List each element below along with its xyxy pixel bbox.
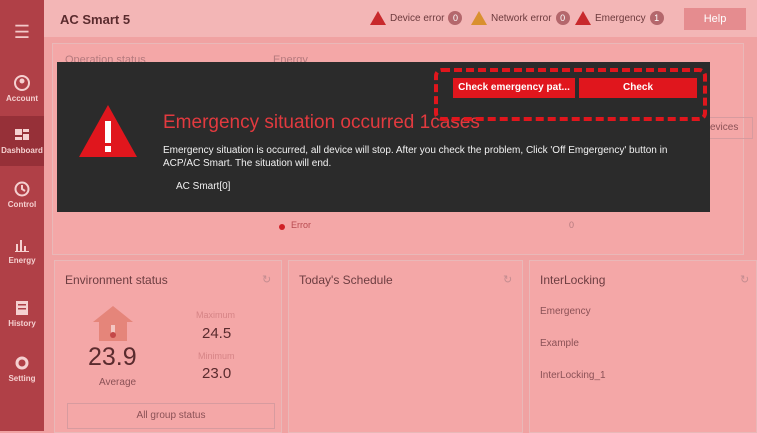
energy-chart-icon xyxy=(15,240,29,252)
minimum-label: Minimum xyxy=(198,351,235,361)
warning-icon xyxy=(79,105,137,157)
sidebar-item-history[interactable]: History xyxy=(0,289,44,339)
maximum-value: 24.5 xyxy=(202,325,232,342)
device-error-count: 0 xyxy=(448,11,463,25)
emergency-count: 1 xyxy=(649,11,664,25)
emergency-label: Emergency xyxy=(595,12,646,24)
history-icon xyxy=(16,301,28,315)
network-error-label: Network error xyxy=(491,12,552,24)
warning-icon xyxy=(575,11,591,25)
modal-device: AC Smart[0] xyxy=(176,181,231,192)
menu-button[interactable]: ☰ xyxy=(0,0,44,64)
minimum-value: 23.0 xyxy=(202,365,232,382)
account-icon xyxy=(14,75,30,91)
highlight-outline xyxy=(434,68,707,121)
environment-title: Environment status xyxy=(65,273,168,287)
warning-icon xyxy=(370,11,386,25)
device-error-alert[interactable]: Device error 0 xyxy=(370,11,463,25)
sidebar-item-label: Setting xyxy=(8,374,36,383)
gear-icon xyxy=(15,356,29,370)
sidebar-item-label: Energy xyxy=(8,256,36,265)
all-group-status-button[interactable]: All group status xyxy=(67,403,275,429)
sidebar-item-label: History xyxy=(8,319,36,328)
network-error-alert[interactable]: Network error 0 xyxy=(471,11,570,25)
emergency-alert[interactable]: Emergency 1 xyxy=(575,11,664,25)
sidebar-item-label: Account xyxy=(6,94,38,103)
interlocking-card: InterLocking ↻ Emergency Example InterLo… xyxy=(529,260,757,433)
refresh-icon[interactable]: ↻ xyxy=(262,273,271,286)
maximum-label: Maximum xyxy=(196,310,236,320)
sidebar-item-account[interactable]: Account xyxy=(0,64,44,114)
environment-card: Environment status ↻ Maximum 24.5 Minimu… xyxy=(54,260,282,433)
interlocking-title: InterLocking xyxy=(540,273,606,287)
device-error-label: Device error xyxy=(390,12,445,24)
schedule-title: Today's Schedule xyxy=(299,273,393,287)
network-error-count: 0 xyxy=(555,11,570,25)
devices-button[interactable]: evices xyxy=(705,117,753,139)
modal-message: Emergency situation is occurred, all dev… xyxy=(163,145,668,169)
average-temperature: 23.9 xyxy=(88,343,137,371)
schedule-card: Today's Schedule ↻ xyxy=(288,260,523,433)
top-bar: AC Smart 5 Device error 0 Network error … xyxy=(44,0,757,37)
interlocking-item[interactable]: Emergency xyxy=(540,306,591,317)
interlocking-item[interactable]: Example xyxy=(540,338,579,349)
error-label: Error xyxy=(291,220,311,230)
sidebar: ☰ Account Dashboard Control Energy Histo… xyxy=(0,0,44,431)
warning-icon xyxy=(471,11,487,25)
interlocking-item[interactable]: InterLocking_1 xyxy=(540,370,606,381)
error-value: 0 xyxy=(569,220,575,230)
sidebar-item-label: Control xyxy=(7,200,37,209)
sidebar-item-setting[interactable]: Setting xyxy=(0,344,44,394)
refresh-icon[interactable]: ↻ xyxy=(740,273,749,286)
modal-title: Emergency situation occurred 1cases xyxy=(163,112,480,133)
hamburger-icon: ☰ xyxy=(13,21,31,42)
refresh-icon[interactable]: ↻ xyxy=(503,273,512,286)
sidebar-item-label: Dashboard xyxy=(1,146,43,155)
sidebar-item-energy[interactable]: Energy xyxy=(0,226,44,276)
help-button[interactable]: Help xyxy=(684,8,746,30)
house-temperature-icon xyxy=(93,306,133,341)
sidebar-item-dashboard[interactable]: Dashboard xyxy=(0,116,44,166)
error-dot xyxy=(279,224,285,230)
app-title: AC Smart 5 xyxy=(60,12,131,27)
control-icon xyxy=(14,181,30,197)
dashboard-icon xyxy=(15,129,29,140)
sidebar-item-control[interactable]: Control xyxy=(0,170,44,220)
average-label: Average xyxy=(99,377,137,388)
